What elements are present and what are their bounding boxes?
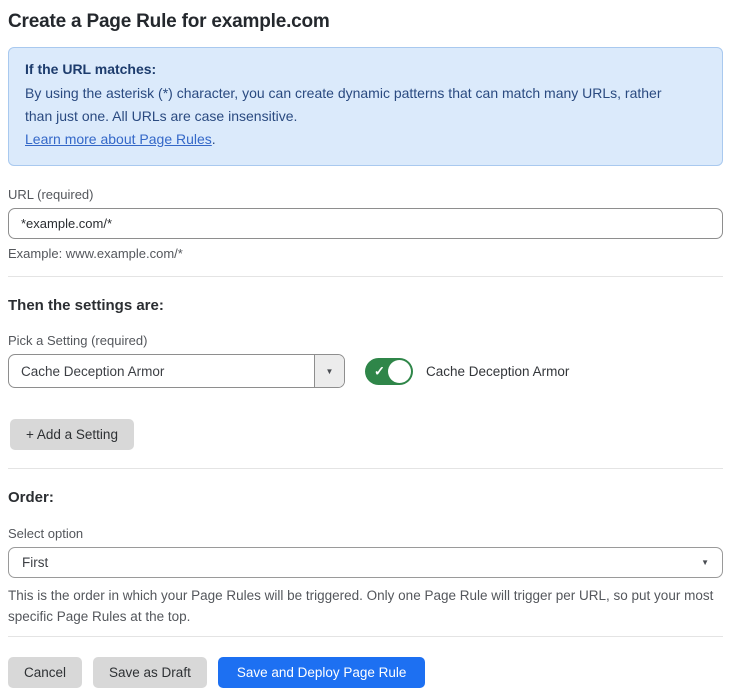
info-box-link-line: Learn more about Page Rules. [25,128,706,151]
toggle-knob [388,360,411,383]
save-and-deploy-button[interactable]: Save and Deploy Page Rule [218,657,426,688]
setting-toggle-label: Cache Deception Armor [426,364,569,379]
order-helper-text: This is the order in which your Page Rul… [8,585,723,627]
divider [8,636,723,637]
divider [8,276,723,277]
add-setting-button[interactable]: + Add a Setting [10,419,134,450]
url-example-helper: Example: www.example.com/* [8,246,723,261]
setting-toggle[interactable]: ✓ [365,358,413,385]
cancel-button[interactable]: Cancel [8,657,82,688]
setting-dropdown[interactable]: Cache Deception Armor ▼ [8,354,345,388]
chevron-down-icon: ▼ [701,558,709,567]
setting-dropdown-value: Cache Deception Armor [9,355,314,387]
settings-section-heading: Then the settings are: [8,297,723,314]
save-as-draft-button[interactable]: Save as Draft [93,657,207,688]
url-match-info-box: If the URL matches: By using the asteris… [8,47,723,166]
setting-row: Cache Deception Armor ▼ ✓ Cache Deceptio… [8,354,723,388]
learn-more-link[interactable]: Learn more about Page Rules [25,131,212,147]
order-dropdown-value: First [22,555,48,570]
order-dropdown[interactable]: First ▼ [8,547,723,578]
chevron-down-icon[interactable]: ▼ [314,355,344,387]
form-actions: Cancel Save as Draft Save and Deploy Pag… [8,657,723,688]
url-field-label: URL (required) [8,187,723,202]
check-icon: ✓ [374,365,385,378]
page-title: Create a Page Rule for example.com [8,11,723,33]
pick-setting-label: Pick a Setting (required) [8,333,723,348]
order-section-heading: Order: [8,489,723,506]
url-input[interactable] [8,208,723,239]
info-box-body: By using the asterisk (*) character, you… [25,82,685,128]
order-select-label: Select option [8,526,723,541]
divider [8,468,723,469]
link-suffix: . [212,131,216,147]
create-page-rule-form: Create a Page Rule for example.com If th… [0,0,750,679]
info-box-heading: If the URL matches: [25,61,706,77]
